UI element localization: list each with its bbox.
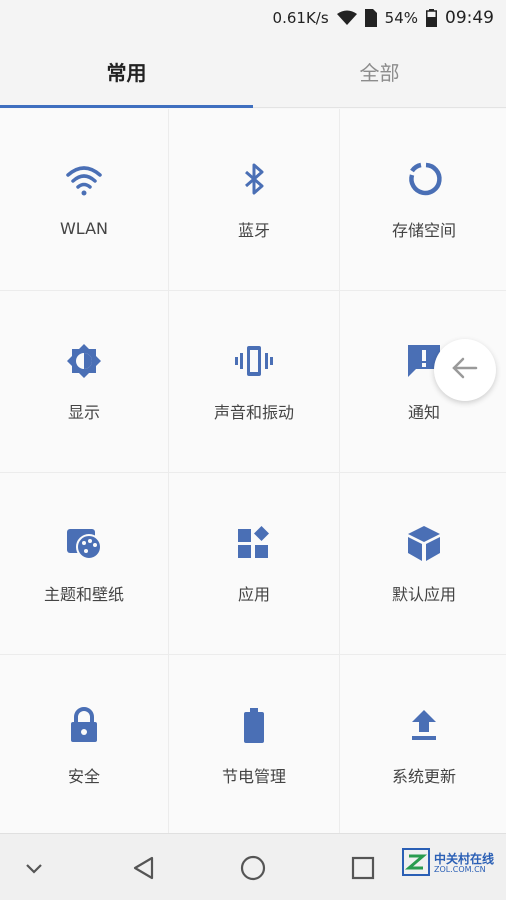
tile-label: 显示 [67, 402, 100, 422]
tile-storage[interactable]: 存储空间 [340, 109, 506, 290]
tile-display[interactable]: 显示 [0, 291, 168, 472]
wifi-icon [64, 161, 104, 201]
tile-label: WLAN [59, 219, 108, 238]
recents-square-icon[interactable] [345, 850, 381, 886]
arrow-left-icon [450, 353, 480, 387]
tile-label: 主题和壁纸 [43, 584, 124, 604]
bluetooth-icon [234, 159, 274, 199]
tile-label: 默认应用 [391, 584, 456, 604]
tab-common[interactable]: 常用 [0, 36, 253, 108]
net-speed: 0.61K/s [272, 9, 329, 27]
tile-label: 节电管理 [221, 766, 286, 786]
status-bar: 0.61K/s 54% 09:49 [0, 0, 506, 36]
brightness-icon [64, 341, 104, 381]
tile-bluetooth[interactable]: 蓝牙 [169, 109, 339, 290]
home-circle-icon[interactable] [235, 850, 271, 886]
settings-grid: WLAN 蓝牙 存储空间 显示 声音和振动 通知 主题和壁纸 应用 默认应用 安… [0, 109, 506, 836]
sim-icon [364, 9, 377, 27]
vibration-icon [234, 341, 274, 381]
clock: 09:49 [445, 8, 494, 28]
tile-label: 声音和振动 [213, 402, 294, 422]
default-apps-icon [404, 523, 444, 563]
tile-label: 安全 [67, 766, 100, 786]
lock-icon [64, 705, 104, 745]
tile-label: 应用 [237, 584, 270, 604]
tile-label: 系统更新 [391, 766, 456, 786]
tile-label: 蓝牙 [237, 220, 270, 240]
tile-power-saving[interactable]: 节电管理 [169, 655, 339, 836]
watermark: 中关村在线 ZOL.COM.CN [401, 848, 494, 880]
theme-icon [64, 523, 104, 563]
apps-icon [234, 523, 274, 563]
tile-wlan[interactable]: WLAN [0, 109, 168, 290]
tile-apps[interactable]: 应用 [169, 473, 339, 654]
battery-saver-icon [234, 705, 274, 745]
system-update-icon [404, 705, 444, 745]
tab-bar: 常用 全部 [0, 36, 506, 108]
tile-label: 存储空间 [391, 220, 456, 240]
tile-system-update[interactable]: 系统更新 [340, 655, 506, 836]
battery-percent: 54% [384, 9, 418, 27]
chevron-down-icon[interactable] [16, 850, 52, 886]
tile-default-apps[interactable]: 默认应用 [340, 473, 506, 654]
storage-icon [404, 159, 444, 199]
tile-sound-vibration[interactable]: 声音和振动 [169, 291, 339, 472]
battery-icon [426, 9, 437, 27]
tile-theme-wallpaper[interactable]: 主题和壁纸 [0, 473, 168, 654]
zol-logo-icon [401, 848, 430, 880]
back-triangle-icon[interactable] [126, 850, 162, 886]
watermark-en: ZOL.COM.CN [433, 865, 486, 875]
tab-all[interactable]: 全部 [253, 36, 506, 107]
tile-label: 通知 [407, 402, 440, 422]
navigation-bar: 中关村在线 ZOL.COM.CN [0, 833, 506, 900]
wifi-icon [336, 10, 357, 26]
floating-back-button[interactable] [434, 339, 496, 401]
tile-security[interactable]: 安全 [0, 655, 168, 836]
